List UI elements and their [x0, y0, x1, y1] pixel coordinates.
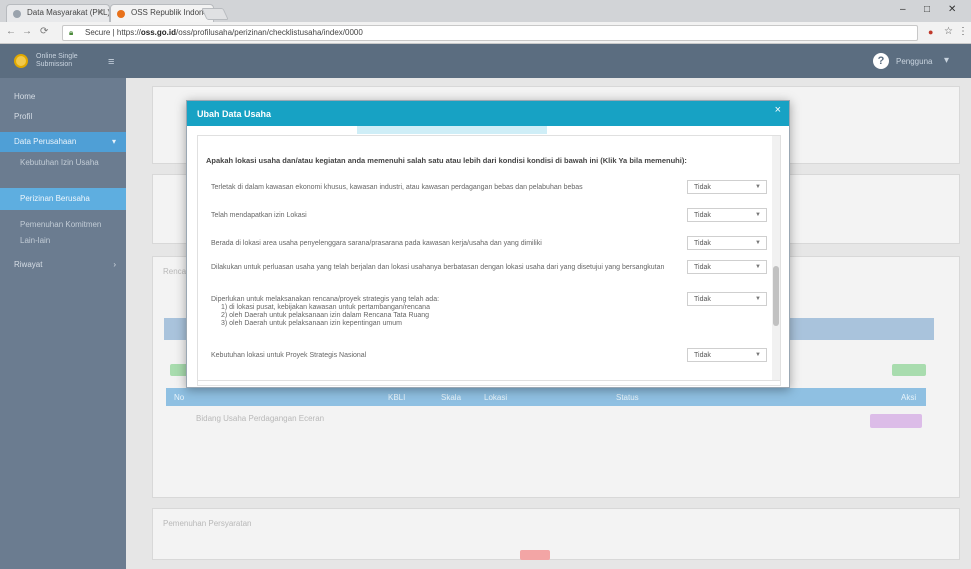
- hamburger-menu-icon[interactable]: ≡: [108, 56, 114, 68]
- condition-label: Dilakukan untuk perluasan usaha yang tel…: [211, 264, 665, 271]
- url-prefix: Secure | https://: [85, 28, 141, 37]
- browser-menu-icon[interactable]: ⋮: [958, 26, 968, 37]
- table-header: No KBLI Skala Lokasi Status Aksi: [166, 388, 926, 406]
- close-icon[interactable]: ×: [775, 104, 781, 116]
- modal-body: Apakah lokasi usaha dan/atau kegiatan an…: [197, 135, 781, 381]
- reload-icon[interactable]: ⟳: [40, 26, 48, 37]
- modal-scrollbar[interactable]: [772, 136, 780, 380]
- condition-subline: 3) oleh Daerah untuk pelaksanaan izin ke…: [221, 320, 402, 327]
- column-header: KBLI: [388, 393, 406, 402]
- extension-icon[interactable]: ●: [928, 27, 933, 37]
- browser-tab-1[interactable]: Data Masyarakat (PKL) ✕: [6, 4, 110, 22]
- sidebar-item-perizinan-berusaha[interactable]: Perizinan Berusaha: [0, 188, 126, 210]
- edit-business-modal: Ubah Data Usaha × Apakah lokasi usaha da…: [186, 100, 790, 388]
- table-row-text: Bidang Usaha Perdagangan Eceran: [196, 414, 325, 423]
- modal-footer-strip: [197, 380, 781, 386]
- sidebar-item-label: Lain-lain: [20, 236, 51, 245]
- column-header: Aksi: [901, 393, 917, 402]
- app-brand: Online Single Submission: [36, 53, 78, 68]
- footer-title: Pemenuhan Persyaratan: [163, 519, 252, 528]
- back-icon[interactable]: ←: [6, 26, 16, 37]
- condition-label: Telah mendapatkan izin Lokasi: [211, 212, 307, 219]
- oss-favicon-icon: [117, 10, 125, 18]
- condition-select[interactable]: Tidak ▼: [687, 260, 767, 274]
- close-tab-icon[interactable]: ✕: [97, 8, 104, 17]
- maximize-icon[interactable]: □: [924, 4, 930, 15]
- sidebar-item-home[interactable]: Home: [0, 92, 126, 102]
- new-tab-button[interactable]: [201, 8, 229, 20]
- select-value: Tidak: [694, 212, 711, 219]
- condition-label: Berada di lokasi area usaha penyelenggar…: [211, 240, 542, 247]
- select-value: Tidak: [694, 240, 711, 247]
- app-header: Online Single Submission ≡ ? Pengguna ▾: [0, 44, 971, 78]
- browser-addressbar: ← → ⟳ 🔒︎ Secure | https://oss.go.id/oss/…: [0, 22, 971, 44]
- modal-subtab: [357, 126, 547, 134]
- condition-label: Terletak di dalam kawasan ekonomi khusus…: [211, 184, 583, 191]
- sidebar-item-kebutuhan-izin[interactable]: Kebutuhan Izin Usaha: [0, 158, 126, 168]
- export-button[interactable]: [892, 364, 926, 376]
- sidebar-item-label: Profil: [14, 112, 33, 121]
- row-action-button[interactable]: [870, 414, 922, 428]
- submit-button[interactable]: [520, 550, 550, 560]
- url-input[interactable]: 🔒︎ Secure | https://oss.go.id/oss/profil…: [62, 25, 918, 41]
- sidebar-item-riwayat[interactable]: Riwayat ›: [0, 260, 126, 270]
- browser-tab-2[interactable]: OSS Republik Indonesia ✕: [110, 4, 214, 22]
- page-favicon-icon: [13, 10, 21, 18]
- condition-select[interactable]: Tidak ▼: [687, 180, 767, 194]
- chevron-down-icon: ▾: [111, 137, 116, 146]
- select-value: Tidak: [694, 264, 711, 271]
- column-header: No: [174, 393, 185, 402]
- sidebar: Home Profil Data Perusahaan ▾ Kebutuhan I…: [0, 78, 126, 569]
- location-question: Apakah lokasi usaha dan/atau kegiatan an…: [206, 156, 687, 165]
- close-window-icon[interactable]: ✕: [948, 4, 956, 15]
- chevron-down-icon: ▼: [755, 352, 761, 358]
- sidebar-item-label: Riwayat: [14, 260, 43, 269]
- column-header: Lokasi: [484, 393, 508, 402]
- condition-select[interactable]: Tidak ▼: [687, 348, 767, 362]
- select-value: Tidak: [694, 352, 711, 359]
- column-header: Status: [616, 393, 639, 402]
- sidebar-item-data-perusahaan[interactable]: Data Perusahaan ▾: [0, 132, 126, 152]
- condition-text: Diperlukan untuk melaksanakan rencana/pr…: [211, 296, 440, 303]
- sidebar-item-label: Home: [14, 92, 36, 101]
- oss-logo-icon: [14, 54, 28, 68]
- chevron-down-icon: ▼: [755, 212, 761, 218]
- modal-title: Ubah Data Usaha: [197, 109, 272, 119]
- user-menu-icon[interactable]: ▾: [944, 55, 949, 66]
- sidebar-item-pemenuhan-komitmen[interactable]: Pemenuhan Komitmen: [0, 220, 126, 230]
- chevron-down-icon: ▼: [755, 184, 761, 190]
- footer-card: Pemenuhan Persyaratan: [152, 508, 960, 560]
- condition-subline: 1) di lokasi pusat, kebijakan kawasan un…: [221, 304, 430, 311]
- help-icon[interactable]: ?: [873, 53, 889, 69]
- select-value: Tidak: [694, 296, 711, 303]
- column-header: Skala: [441, 393, 462, 402]
- minimize-icon[interactable]: –: [900, 4, 906, 15]
- url-path: /oss/profilusaha/perizinan/checklistusah…: [176, 28, 363, 37]
- sidebar-item-label: Perizinan Berusaha: [20, 194, 90, 203]
- condition-subline: 2) oleh Daerah untuk pelaksanaan izin da…: [221, 312, 430, 319]
- condition-select[interactable]: Tidak ▼: [687, 236, 767, 250]
- sidebar-item-profil[interactable]: Profil: [0, 112, 126, 122]
- chevron-down-icon: ▼: [755, 264, 761, 270]
- chevron-down-icon: ▼: [755, 296, 761, 302]
- lock-icon: 🔒︎: [69, 28, 74, 37]
- select-value: Tidak: [694, 184, 711, 191]
- sidebar-item-label: Kebutuhan Izin Usaha: [20, 158, 99, 167]
- condition-label: Diperlukan untuk melaksanakan rencana/pr…: [211, 296, 666, 328]
- condition-select[interactable]: Tidak ▼: [687, 292, 767, 306]
- browser-tabbar: Data Masyarakat (PKL) ✕ OSS Republik Ind…: [0, 0, 971, 22]
- forward-icon[interactable]: →: [22, 26, 32, 37]
- modal-header: Ubah Data Usaha ×: [187, 101, 789, 126]
- sidebar-item-label: Data Perusahaan: [14, 137, 77, 146]
- chevron-down-icon: ▼: [755, 240, 761, 246]
- condition-select[interactable]: Tidak ▼: [687, 208, 767, 222]
- star-icon[interactable]: ☆: [944, 26, 953, 37]
- sidebar-item-label: Pemenuhan Komitmen: [20, 220, 102, 229]
- condition-label: Kebutuhan lokasi untuk Proyek Strategis …: [211, 352, 367, 359]
- user-name[interactable]: Pengguna: [896, 57, 932, 66]
- sidebar-item-lain-lain[interactable]: Lain-lain: [0, 236, 126, 246]
- chevron-right-icon: ›: [113, 260, 116, 269]
- url-host: oss.go.id: [140, 28, 177, 37]
- modal-scrollbar-thumb[interactable]: [773, 266, 779, 326]
